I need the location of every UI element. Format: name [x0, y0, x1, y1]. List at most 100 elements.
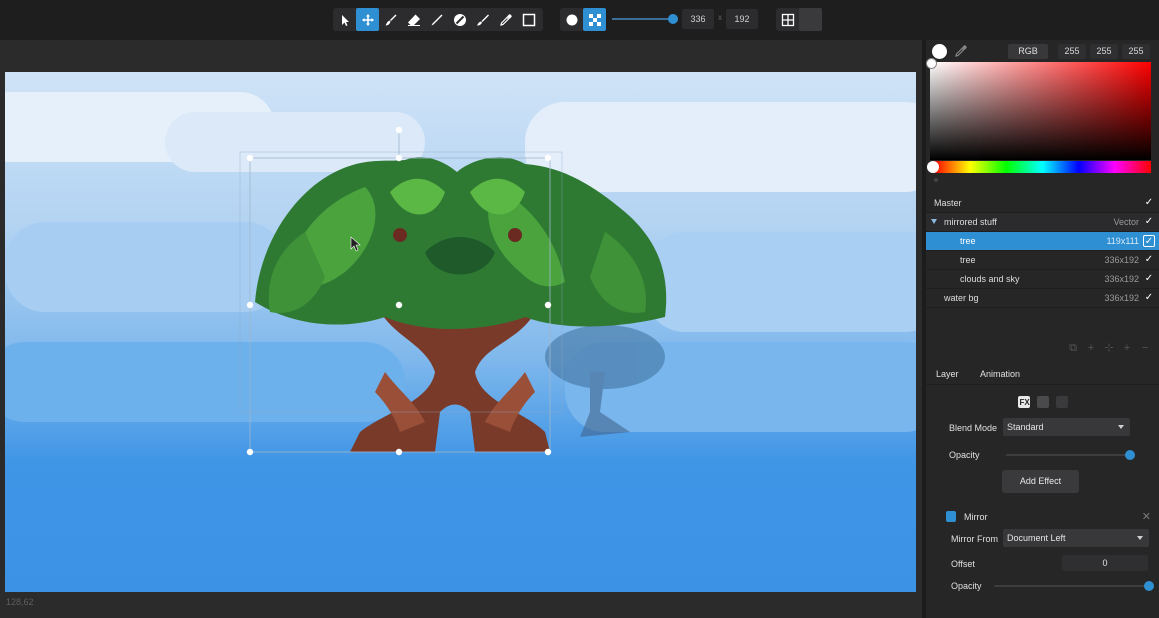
brush-tool-button[interactable]	[379, 8, 402, 31]
visibility-checkbox[interactable]: ✓	[1143, 292, 1155, 304]
layer-info: 336x192	[1104, 255, 1139, 265]
transform-handle[interactable]	[246, 154, 254, 162]
eraser-tool-button[interactable]	[402, 8, 425, 31]
transform-handle[interactable]	[544, 448, 552, 456]
delete-layer-icon[interactable]: −	[1140, 343, 1150, 354]
transform-handle[interactable]	[544, 301, 552, 309]
rect-select-tool-button[interactable]	[517, 8, 540, 31]
saturation-value-knob[interactable]	[926, 58, 937, 69]
smudge-tool-button[interactable]	[471, 8, 494, 31]
layer-row[interactable]: clouds and sky 336x192 ✓	[926, 270, 1159, 289]
document-canvas[interactable]	[5, 72, 916, 592]
size-slider[interactable]	[612, 14, 678, 24]
merge-layer-icon[interactable]: +	[1086, 343, 1096, 354]
visibility-checkbox[interactable]: ✓	[1143, 235, 1155, 247]
mirror-from-label: Mirror From	[951, 534, 998, 544]
mirror-effect-checkbox[interactable]	[946, 511, 956, 522]
eyedropper-icon[interactable]	[954, 44, 968, 58]
group-layer-icon[interactable]: ⊹	[1104, 343, 1114, 354]
red-value-input[interactable]: 255	[1058, 44, 1086, 59]
workspace: 128,62	[0, 40, 922, 618]
tab-layer[interactable]: Layer	[936, 369, 959, 379]
tree-foliage	[255, 157, 667, 330]
hue-slider[interactable]	[934, 161, 1151, 173]
mirror-from-value: Document Left	[1007, 533, 1066, 543]
picker-tool-button[interactable]	[494, 8, 517, 31]
layer-row[interactable]: mirrored stuff Vector ✓	[926, 213, 1159, 232]
transform-handle[interactable]	[246, 448, 254, 456]
layers-list: Master ✓ mirrored stuff Vector ✓ tree 119x111 ✓…	[926, 194, 1159, 308]
add-layer-icon[interactable]: +	[1122, 343, 1132, 354]
cursor-coordinates: 128,62	[6, 597, 34, 607]
current-color-swatch[interactable]	[932, 44, 947, 59]
transform-handle[interactable]	[246, 301, 254, 309]
tab-animation[interactable]: Animation	[980, 369, 1020, 379]
visibility-checkbox[interactable]: ✓	[1143, 197, 1155, 209]
fill-tool-button[interactable]	[448, 8, 471, 31]
mask-icon[interactable]	[1037, 396, 1049, 408]
visibility-checkbox[interactable]: ✓	[1143, 254, 1155, 266]
pixel-pattern-icon	[588, 13, 601, 26]
transform-handle[interactable]	[395, 301, 403, 309]
properties-tabs: Layer Animation	[926, 365, 1159, 385]
pixel-mode-button[interactable]	[583, 8, 606, 31]
pen-tool-button[interactable]	[425, 8, 448, 31]
layer-row[interactable]: water bg 336x192 ✓	[926, 289, 1159, 308]
add-effect-button[interactable]: Add Effect	[1002, 470, 1079, 493]
clip-icon[interactable]	[1056, 396, 1068, 408]
color-picker: RGB 255 255 255	[926, 40, 1159, 190]
layer-opacity-slider[interactable]	[1006, 450, 1135, 460]
transform-handle[interactable]	[395, 154, 403, 162]
layer-opacity-label: Opacity	[949, 450, 980, 460]
width-input[interactable]: 336	[682, 9, 714, 29]
round-brush-button[interactable]	[560, 8, 583, 31]
tree-artwork	[239, 126, 667, 456]
background-toggle-button[interactable]	[799, 8, 822, 31]
size-slider-knob[interactable]	[667, 14, 678, 24]
effect-opacity-slider[interactable]	[994, 581, 1154, 591]
fill-icon	[453, 13, 466, 26]
close-icon[interactable]: ✕	[1142, 510, 1151, 523]
visibility-checkbox[interactable]: ✓	[1143, 216, 1155, 228]
rectangle-icon	[522, 13, 535, 26]
pen-icon	[431, 14, 442, 25]
layer-row[interactable]: tree 119x111 ✓	[926, 232, 1159, 251]
transform-handle[interactable]	[395, 448, 403, 456]
effect-opacity-label: Opacity	[951, 581, 982, 591]
visibility-checkbox[interactable]: ✓	[1143, 273, 1155, 285]
move-tool-button[interactable]	[356, 8, 379, 31]
blend-mode-select[interactable]: Standard	[1003, 418, 1130, 436]
chevron-down-icon	[1118, 425, 1124, 429]
rotate-handle[interactable]	[395, 126, 403, 134]
layer-name: tree	[960, 236, 976, 246]
effect-opacity-knob[interactable]	[1144, 581, 1154, 591]
grid-button[interactable]	[776, 8, 799, 31]
size-slider-fill	[612, 18, 673, 20]
offset-label: Offset	[951, 559, 975, 569]
layer-name: mirrored stuff	[944, 217, 997, 227]
blue-value-input[interactable]: 255	[1122, 44, 1150, 59]
arrow-cursor-icon	[341, 14, 349, 26]
color-mode-button[interactable]: RGB	[1008, 44, 1048, 59]
saturation-value-field[interactable]	[930, 62, 1151, 160]
collapse-caret-icon[interactable]	[931, 219, 937, 224]
green-value-input[interactable]: 255	[1090, 44, 1118, 59]
height-input[interactable]: 192	[726, 9, 758, 29]
top-toolbar: 336 x 192	[0, 0, 1159, 40]
duplicate-layer-icon[interactable]: ⧉	[1068, 343, 1078, 354]
select-tool-button[interactable]	[333, 8, 356, 31]
layer-opacity-knob[interactable]	[1125, 450, 1135, 460]
offset-input[interactable]: 0	[1062, 555, 1148, 571]
layer-name: clouds and sky	[960, 274, 1020, 284]
view-group	[776, 8, 822, 31]
eraser-icon	[407, 14, 420, 26]
transform-handle[interactable]	[544, 154, 552, 162]
layer-row[interactable]: tree 336x192 ✓	[926, 251, 1159, 270]
hue-slider-knob[interactable]	[927, 161, 939, 173]
layer-row[interactable]: Master ✓	[926, 194, 1159, 213]
mirror-from-select[interactable]: Document Left	[1003, 529, 1149, 547]
effects-icon[interactable]: FX	[1018, 396, 1030, 408]
layer-name: water bg	[944, 293, 979, 303]
color-picker-icon	[499, 13, 512, 26]
layer-info: 336x192	[1104, 274, 1139, 284]
